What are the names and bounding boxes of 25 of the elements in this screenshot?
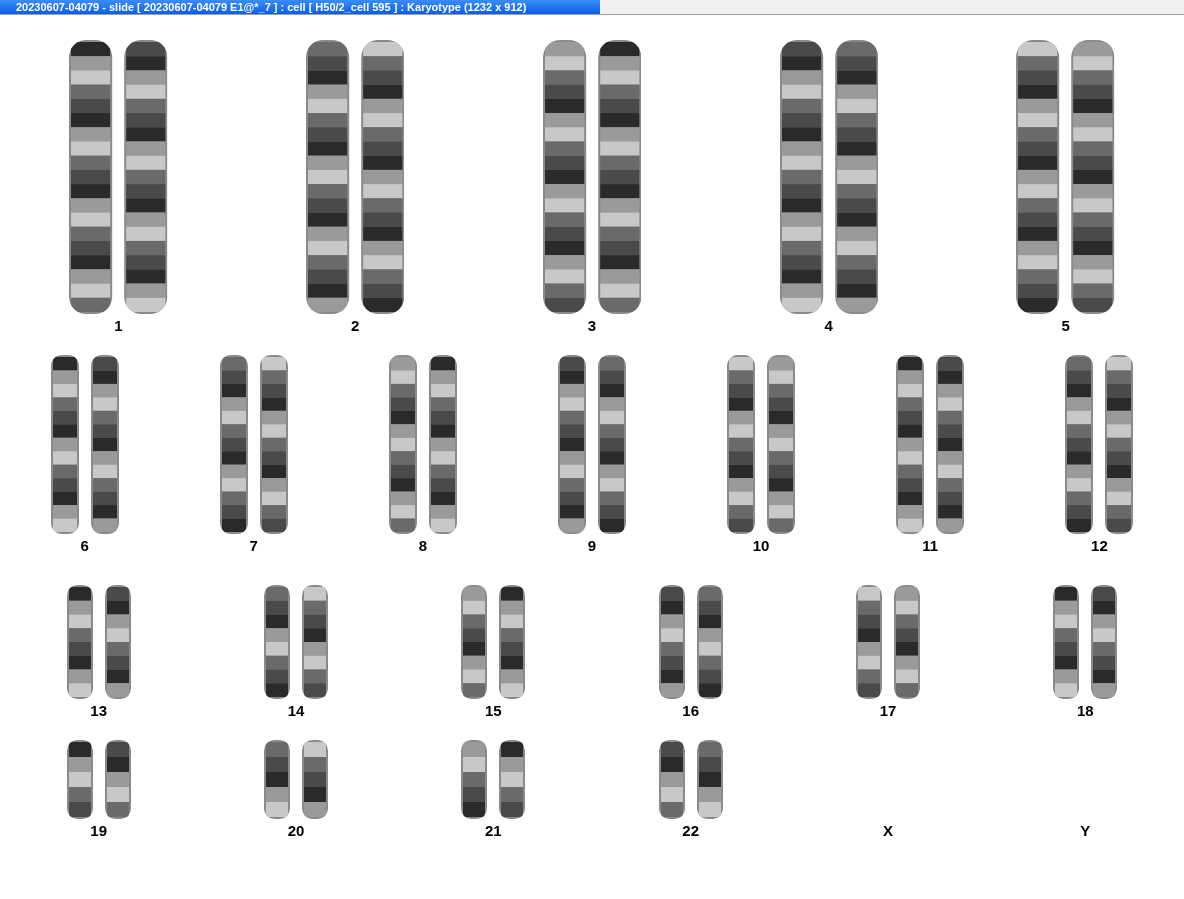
chromosome-number: 5: [1061, 318, 1070, 336]
chromosome-number: 13: [90, 703, 107, 721]
chromosome-number: 17: [879, 703, 897, 721]
chromosome-number: 21: [484, 823, 502, 841]
chromosome-number: X: [883, 823, 893, 841]
chromosome-number: 3: [587, 318, 597, 336]
chromosome-number: 2: [351, 318, 360, 336]
chromosome-number: 6: [80, 538, 89, 556]
chromosome-number: 12: [1091, 538, 1108, 556]
chromosome-number: 10: [752, 538, 770, 556]
chromosome-number: 19: [90, 823, 107, 841]
chromosome-number: 15: [484, 703, 502, 721]
chromosome-number: 1: [114, 318, 123, 336]
chromosome-number: Y: [1080, 823, 1091, 841]
chromosome-number: 20: [287, 823, 305, 841]
chromosome-number: 16: [682, 703, 699, 721]
chromosome-number: 22: [682, 823, 699, 841]
chromosome-number: 9: [587, 538, 597, 556]
chromosome-number: 7: [249, 538, 258, 556]
chromosome-number: 4: [824, 318, 833, 336]
chromosome-number: 11: [922, 538, 939, 556]
window-title: 20230607-04079 - slide [ 20230607-04079 E1@*_7 ] : cell [ H50/2_cell 595 ] : Karyotype (1232 x 912): [0, 0, 600, 14]
chromosome-number: 8: [418, 538, 427, 556]
chromosome-number: 18: [1076, 703, 1094, 721]
chromosome-number: 14: [287, 703, 305, 721]
